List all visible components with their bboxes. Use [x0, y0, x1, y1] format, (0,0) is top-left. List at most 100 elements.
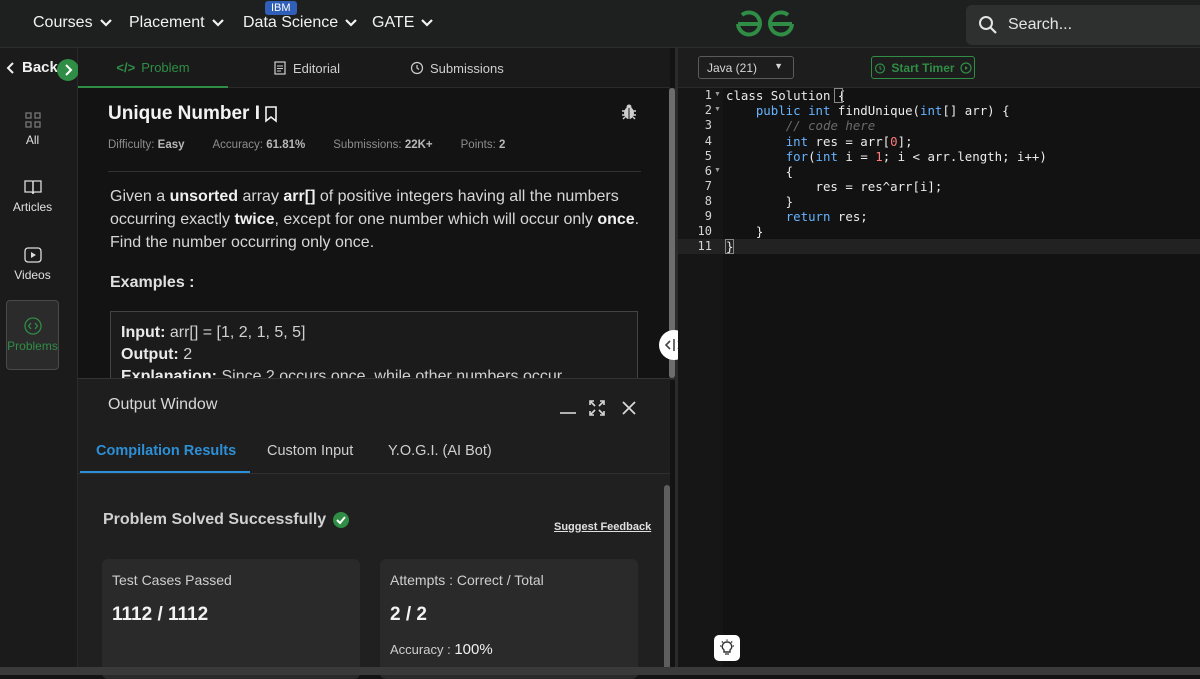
- ibm-badge: IBM: [265, 1, 297, 15]
- play-circle-icon: [959, 61, 972, 74]
- start-timer-label: Start Timer: [891, 60, 955, 75]
- lightbulb-icon[interactable]: [714, 635, 740, 661]
- expand-button[interactable]: [57, 59, 79, 81]
- fold-arrow-icon[interactable]: ▼: [714, 91, 721, 98]
- left-rail: Back All Articles Videos Problems: [0, 48, 79, 675]
- line-number: 3: [704, 118, 712, 132]
- bookmark-icon[interactable]: [264, 105, 278, 123]
- fold-arrow-icon[interactable]: ▼: [714, 167, 721, 174]
- search-box[interactable]: [966, 5, 1200, 45]
- examples-heading: Examples :: [110, 274, 195, 291]
- solved-status: Problem Solved Successfully: [103, 511, 350, 529]
- chevron-left-icon: [6, 61, 14, 74]
- example-box: Input: arr[] = [1, 2, 1, 5, 5] Output: 2…: [110, 311, 638, 380]
- rail-label-all: All: [25, 133, 40, 147]
- rail-item-videos[interactable]: Videos: [6, 246, 59, 282]
- accuracy-value: 100%: [454, 641, 493, 658]
- rail-item-articles[interactable]: Articles: [6, 178, 59, 214]
- submissions-meta: Submissions: 22K+: [333, 139, 433, 151]
- nav-gate-label: GATE: [372, 14, 415, 31]
- line-number: 9: [704, 209, 712, 223]
- output-tabs: Compilation Results Custom Input Y.O.G.I…: [78, 429, 670, 474]
- os-taskbar: [0, 667, 1200, 675]
- suggest-feedback-link[interactable]: Suggest Feedback: [554, 521, 651, 533]
- line-number: 1: [704, 88, 712, 102]
- output-scrollbar[interactable]: [664, 485, 670, 675]
- code-line: // code here: [785, 118, 876, 133]
- code-line: return res;: [785, 209, 868, 224]
- nav-data-science-label: Data Science: [243, 14, 339, 31]
- top-navbar: Courses Placement IBM Data Science GATE: [0, 0, 1200, 48]
- tab-editorial[interactable]: Editorial: [273, 48, 340, 88]
- clock-icon: [410, 61, 424, 75]
- caret-down-icon: ▼: [774, 61, 783, 71]
- nav-gate[interactable]: GATE: [372, 14, 434, 32]
- line-number: 7: [704, 179, 712, 193]
- close-icon[interactable]: [620, 399, 638, 422]
- code-brackets-icon: </>: [116, 59, 136, 75]
- test-cases-label: Test Cases Passed: [112, 572, 232, 588]
- attempts-label: Attempts : Correct / Total: [390, 572, 544, 588]
- output-header: Output Window: [78, 379, 670, 429]
- search-icon: [979, 16, 997, 34]
- grid-icon: [24, 112, 41, 128]
- code-line: }: [726, 194, 794, 209]
- problem-title-text: Unique Number I: [108, 103, 261, 124]
- tab-submissions[interactable]: Submissions: [410, 48, 504, 88]
- search-input[interactable]: [1008, 16, 1178, 34]
- problem-description: Given a unsorted array arr[] of positive…: [110, 188, 640, 251]
- report-bug-icon[interactable]: [620, 103, 638, 126]
- line-number: 6: [704, 164, 712, 178]
- start-timer-button[interactable]: Start Timer: [871, 56, 975, 79]
- rail-item-problems[interactable]: Problems: [6, 300, 59, 370]
- back-button[interactable]: Back: [6, 59, 58, 76]
- code-line: public int findUnique(int[] arr) {: [755, 103, 1010, 118]
- attempts-card: Attempts : Correct / Total 2 / 2 Accurac…: [380, 559, 638, 679]
- tab-custom-input[interactable]: Custom Input: [267, 443, 353, 459]
- code-line: for(int i = 1; i < arr.length; i++): [785, 149, 1047, 164]
- gfg-logo-icon: [736, 10, 794, 37]
- play-icon: [23, 247, 42, 263]
- points-meta: Points: 2: [460, 139, 506, 151]
- test-cases-card: Test Cases Passed 1112 / 1112: [102, 559, 360, 679]
- line-number: 11: [697, 239, 712, 253]
- nav-courses[interactable]: Courses: [33, 14, 113, 32]
- code-line: class Solution {: [726, 88, 846, 103]
- example-input: Input: arr[] = [1, 2, 1, 5, 5]: [121, 324, 306, 341]
- tab-problem-label: Problem: [141, 59, 190, 75]
- bracket-match-box: [834, 88, 843, 103]
- code-line: int res = arr[0];: [785, 134, 913, 149]
- rail-item-all[interactable]: All: [6, 111, 59, 147]
- gfg-logo[interactable]: [734, 8, 796, 45]
- tab-yogi-ai-bot[interactable]: Y.O.G.I. (AI Bot): [388, 443, 492, 459]
- solved-text: Problem Solved Successfully: [103, 511, 327, 528]
- back-label: Back: [22, 59, 58, 76]
- nav-placement[interactable]: Placement: [129, 14, 225, 32]
- rail-label-articles: Articles: [12, 200, 53, 214]
- nav-data-science[interactable]: Data Science: [243, 14, 358, 32]
- expand-icon[interactable]: [588, 399, 606, 422]
- minimize-icon[interactable]: [559, 401, 577, 420]
- chevron-down-icon: [211, 19, 224, 27]
- fold-arrow-icon[interactable]: ▼: [714, 106, 721, 113]
- tab-problem[interactable]: </> Problem: [78, 48, 228, 88]
- code-editor[interactable]: 1 2 3 4 5 6 7 8 9 10 11 ▼ ▼ ▼ class Solu…: [678, 88, 1200, 675]
- line-number: 8: [704, 194, 712, 208]
- line-number: 2: [704, 103, 712, 117]
- editor-toolbar: Java (21) ▼ Start Timer: [678, 48, 1200, 88]
- document-icon: [274, 61, 286, 75]
- rail-label-videos: Videos: [14, 268, 51, 282]
- chevron-right-icon: [65, 64, 73, 76]
- problem-meta: Difficulty: Easy Accuracy: 61.81% Submis…: [108, 139, 505, 151]
- tab-submissions-label: Submissions: [430, 60, 504, 76]
- tab-compilation-results[interactable]: Compilation Results: [96, 443, 236, 459]
- line-number: 4: [704, 134, 712, 148]
- language-select[interactable]: Java (21) ▼: [698, 56, 794, 79]
- active-line-highlight: [678, 239, 1200, 254]
- problem-tabs: </> Problem Editorial Submissions: [78, 48, 670, 88]
- difficulty-meta: Difficulty: Easy: [108, 139, 185, 151]
- example-output: Output: 2: [121, 346, 193, 363]
- output-window: Output Window Compilation Results Custom…: [78, 378, 670, 679]
- alarm-icon: [875, 62, 886, 74]
- line-number: 10: [697, 224, 712, 238]
